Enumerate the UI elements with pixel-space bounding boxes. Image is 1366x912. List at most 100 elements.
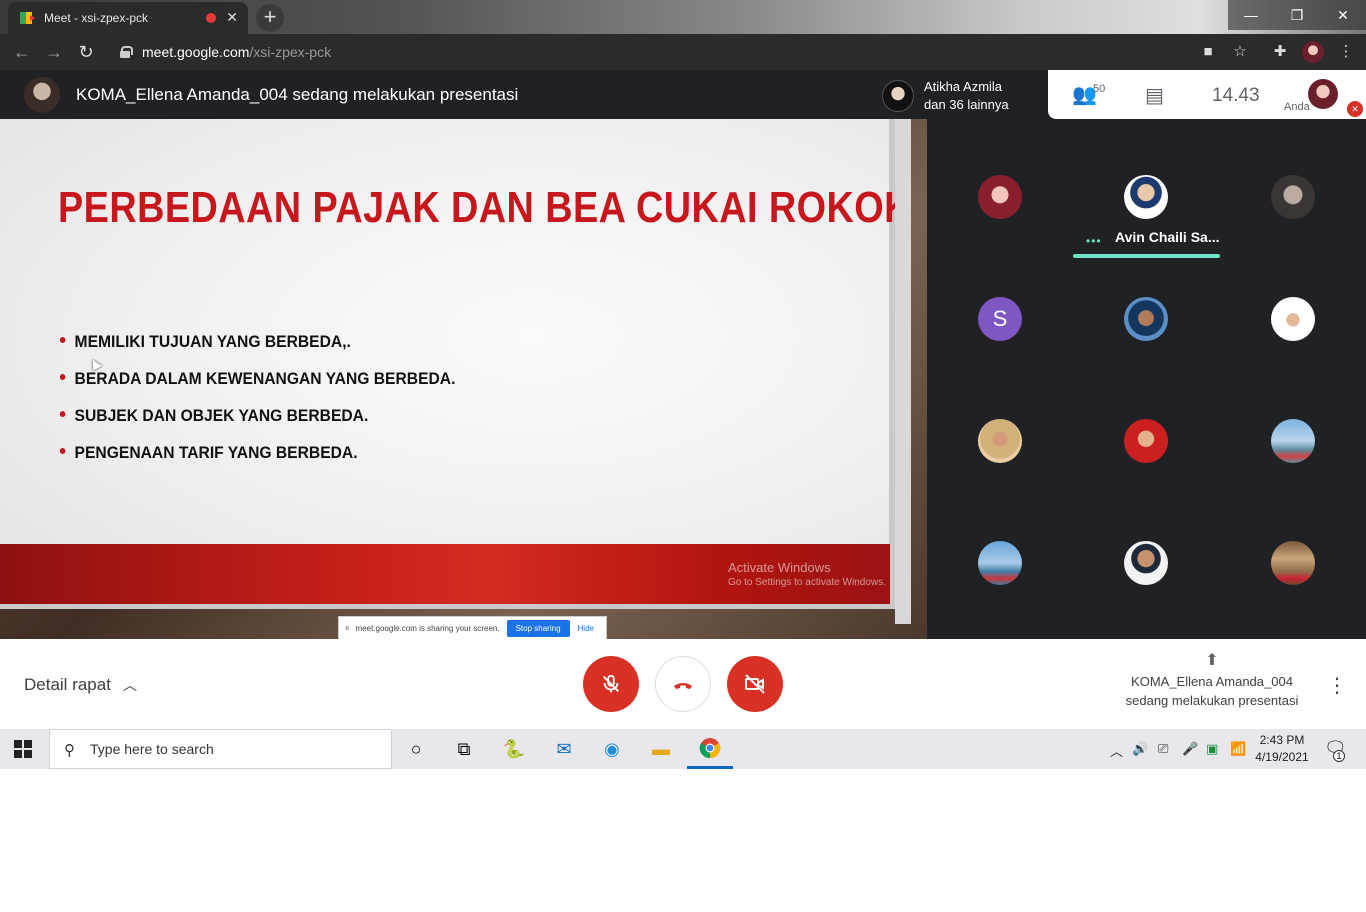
windows-taskbar: ⚲ Type here to search ○ ⧉ 🐍 ✉ ◉ ▬ ︿ 🔊 ⎚ …	[0, 729, 1366, 769]
mail-icon[interactable]: ✉	[551, 737, 577, 761]
presenting-line-2: sedang melakukan presentasi	[1125, 693, 1299, 708]
address-bar[interactable]: meet.google.com/xsi-zpex-pck	[110, 38, 1260, 66]
lock-icon	[120, 46, 133, 58]
window-close-button[interactable]: ✕	[1320, 0, 1366, 30]
participant-tile[interactable]	[1124, 419, 1168, 463]
browser-toolbar: ← → ↻ meet.google.com/xsi-zpex-pck ■ ☆ ✚…	[0, 34, 1366, 70]
meet-favicon-icon	[20, 10, 36, 26]
task-view-icon[interactable]: ⧉	[451, 737, 477, 761]
slide-frame	[895, 119, 911, 624]
reload-icon[interactable]: ↻	[74, 40, 98, 64]
taskbar-search-box[interactable]: ⚲ Type here to search	[49, 729, 392, 769]
meet-now-icon[interactable]: ⎚	[1158, 741, 1168, 757]
participant-tile-initial[interactable]: S	[978, 297, 1022, 341]
meeting-details-label: Detail rapat	[24, 675, 111, 694]
joined-name: Atikha Azmila	[924, 79, 1003, 94]
file-explorer-icon[interactable]: ▬	[648, 737, 674, 761]
restore-button[interactable]: ❐	[1274, 0, 1320, 30]
chrome-icon[interactable]	[697, 737, 723, 761]
microphone-off-button[interactable]	[583, 656, 639, 712]
cortana-icon[interactable]: ○	[403, 737, 429, 761]
participant-tile[interactable]	[1271, 419, 1315, 463]
mic-off-icon	[603, 674, 619, 693]
browser-menu-icon[interactable]: ⋮	[1336, 42, 1356, 62]
drag-grip-icon[interactable]: ⏸	[345, 623, 350, 634]
minimize-button[interactable]: —	[1228, 0, 1274, 30]
chevron-up-icon: ︿	[122, 677, 137, 693]
camera-off-button[interactable]	[727, 656, 783, 712]
meeting-time: 14.43	[1212, 85, 1260, 106]
screen-sharing-bar: ⏸ meet.google.com is sharing your screen…	[338, 616, 607, 640]
hide-button[interactable]: Hide	[578, 624, 594, 633]
system-clock[interactable]: 2:43 PM 4/19/2021	[1252, 732, 1312, 766]
presenting-status[interactable]: ⬆ KOMA_Ellena Amanda_004 sedang melakuka…	[1110, 651, 1314, 710]
activate-windows-watermark: Activate Windows Go to Settings to activ…	[728, 560, 886, 588]
clock-time: 2:43 PM	[1259, 733, 1305, 747]
watermark-line-1: Activate Windows	[728, 560, 831, 575]
participant-tile[interactable]	[1124, 541, 1168, 585]
extensions-icon[interactable]: ✚	[1270, 42, 1290, 62]
windows-start-icon[interactable]	[14, 740, 32, 758]
slide-bullet: SUBJEK DAN OBJEK YANG BERBEDA.	[58, 406, 455, 443]
presentation-stage: PERBEDAAN PAJAK DAN BEA CUKAI ROKOK MEMI…	[0, 119, 927, 640]
more-options-icon[interactable]: ⋮	[1327, 673, 1347, 698]
notification-count: 1	[1333, 750, 1345, 762]
stop-sharing-button[interactable]: Stop sharing	[506, 619, 570, 637]
url-path: /xsi-zpex-pck	[249, 44, 332, 60]
url-host: meet.google.com	[142, 44, 250, 60]
bookmark-star-icon[interactable]: ☆	[1230, 42, 1250, 62]
camera-off-icon	[745, 674, 765, 694]
participant-tile[interactable]	[1124, 175, 1168, 219]
participant-tile[interactable]	[978, 175, 1022, 219]
active-speaker-underline	[1073, 254, 1220, 258]
microphone-icon[interactable]: 🎤	[1182, 741, 1198, 757]
back-icon[interactable]: ←	[10, 40, 34, 64]
security-icon[interactable]: ▣	[1206, 741, 1218, 757]
tab-title: Meet - xsi-zpex-pck	[44, 11, 149, 25]
presenter-banner: KOMA_Ellena Amanda_004 sedang melakukan …	[76, 85, 519, 104]
search-placeholder: Type here to search	[90, 741, 214, 757]
new-tab-button[interactable]: +	[256, 4, 284, 32]
browser-tab[interactable]: Meet - xsi-zpex-pck ✕	[8, 2, 248, 34]
participant-tile[interactable]	[978, 419, 1022, 463]
watermark-line-2: Go to Settings to activate Windows.	[728, 577, 886, 588]
participant-tile[interactable]	[1124, 297, 1168, 341]
show-hidden-icons-icon[interactable]: ︿	[1110, 741, 1123, 760]
participant-tile[interactable]	[1271, 541, 1315, 585]
joined-avatar	[882, 80, 914, 112]
edge-icon[interactable]: ◉	[599, 737, 625, 761]
slide-bullet: PENGENAAN TARIF YANG BERBEDA.	[58, 443, 455, 480]
volume-icon[interactable]: 🔊	[1132, 741, 1148, 757]
slide-bullet: MEMILIKI TUJUAN YANG BERBEDA,.	[58, 332, 455, 369]
participant-count: 50	[1093, 83, 1106, 95]
wifi-icon[interactable]: 📶	[1230, 741, 1246, 757]
tab-close-icon[interactable]: ✕	[226, 9, 238, 26]
leave-call-button[interactable]	[655, 656, 711, 712]
slide-bullets: MEMILIKI TUJUAN YANG BERBEDA,. BERADA DA…	[58, 332, 490, 480]
participant-tile[interactable]	[1271, 175, 1315, 219]
profile-avatar[interactable]	[1302, 41, 1324, 63]
participant-tile[interactable]	[978, 541, 1022, 585]
meeting-details-button[interactable]: Detail rapat ︿	[24, 675, 137, 695]
chat-icon[interactable]: ▤	[1145, 83, 1164, 108]
python-icon[interactable]: 🐍	[501, 737, 527, 761]
meet-controls-bar: Detail rapat ︿ ⬆ KOMA_Ellena Amanda_004 s…	[0, 639, 1366, 729]
camera-in-use-icon[interactable]: ■	[1198, 42, 1218, 62]
active-speaker-name: Avin Chaili Sa...	[1115, 229, 1220, 245]
clock-date: 4/19/2021	[1255, 750, 1309, 764]
chrome-logo-icon	[699, 738, 721, 759]
muted-mic-icon: ✕	[1347, 101, 1363, 117]
hang-up-icon	[674, 683, 692, 689]
speaking-indicator-icon: •••	[1086, 234, 1102, 248]
active-app-indicator	[687, 766, 733, 769]
presenter-avatar	[24, 77, 60, 113]
forward-icon[interactable]: →	[42, 40, 66, 64]
joined-others: dan 36 lainnya	[924, 97, 1009, 112]
recording-indicator-icon	[206, 13, 216, 23]
meet-top-bar: KOMA_Ellena Amanda_004 sedang melakukan …	[0, 70, 1366, 119]
self-label: Anda	[1284, 101, 1310, 113]
present-screen-icon: ⬆	[1205, 652, 1219, 669]
presenting-line-1: KOMA_Ellena Amanda_004	[1131, 674, 1293, 689]
self-avatar	[1308, 79, 1338, 109]
participant-tile[interactable]	[1271, 297, 1315, 341]
